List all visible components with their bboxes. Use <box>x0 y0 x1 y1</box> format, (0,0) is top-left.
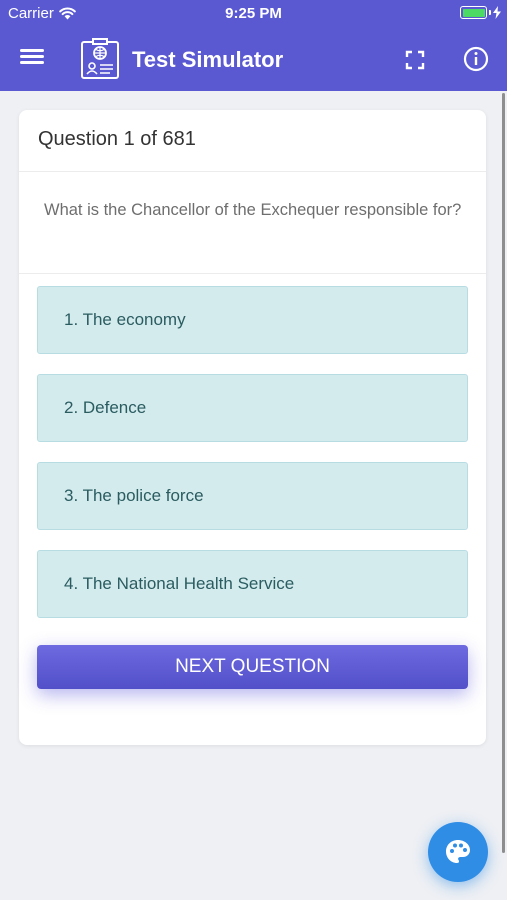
question-card: Question 1 of 681 What is the Chancellor… <box>19 110 486 745</box>
answer-list: 1. The economy 2. Defence 3. The police … <box>37 286 468 638</box>
palette-icon <box>446 840 470 863</box>
charging-bolt-icon <box>493 6 501 19</box>
id-card-globe-icon <box>81 38 119 79</box>
battery-icon <box>460 6 501 19</box>
answer-option-1[interactable]: 1. The economy <box>37 286 468 354</box>
fullscreen-icon[interactable] <box>402 47 428 73</box>
question-text: What is the Chancellor of the Exchequer … <box>19 172 486 274</box>
app-title: Test Simulator <box>132 47 284 72</box>
next-question-button[interactable]: NEXT QUESTION <box>37 645 468 689</box>
question-counter: Question 1 of 681 <box>19 110 486 172</box>
theme-fab-button[interactable] <box>428 822 488 882</box>
scrollbar[interactable] <box>502 93 505 853</box>
answer-option-3[interactable]: 3. The police force <box>37 462 468 530</box>
app-bar: Test Simulator <box>0 28 507 91</box>
answer-option-2[interactable]: 2. Defence <box>37 374 468 442</box>
status-bar: Carrier 9:25 PM <box>0 0 507 28</box>
info-icon[interactable] <box>462 45 490 73</box>
status-time: 9:25 PM <box>225 5 282 22</box>
answer-option-4[interactable]: 4. The National Health Service <box>37 550 468 618</box>
hamburger-menu-icon[interactable] <box>18 46 46 72</box>
app-header: Carrier 9:25 PM Test Simulator <box>0 0 507 91</box>
